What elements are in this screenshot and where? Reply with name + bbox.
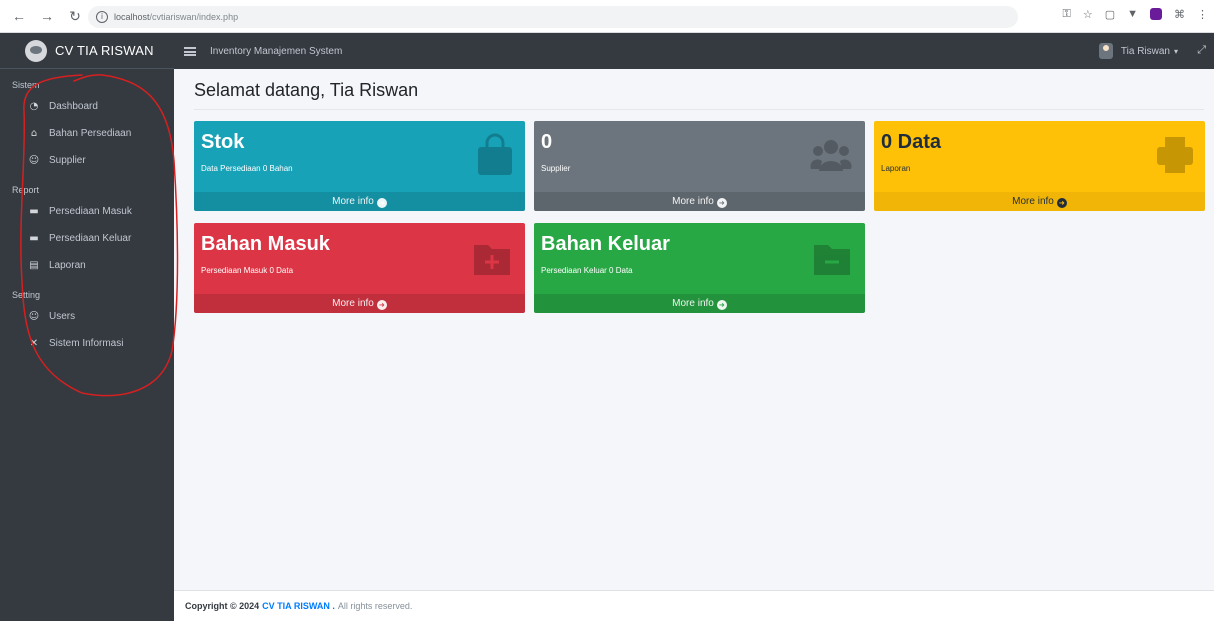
users-cog-icon: ☺	[28, 311, 40, 322]
folder-plus-icon	[474, 245, 510, 275]
users-icon	[810, 140, 852, 171]
browser-toolbar: ← → ↻ i localhost/cvtiariswan/index.php …	[0, 0, 1214, 33]
more-info-label: More info	[1012, 196, 1054, 207]
browser-nav: ← → ↻	[0, 8, 82, 25]
sidebar-item-laporan[interactable]: ▤ Laporan	[0, 252, 174, 279]
arrow-circle-right-icon: ➜	[1056, 198, 1067, 208]
sidebar-item-label: Laporan	[49, 260, 86, 271]
more-info-label: More info	[332, 298, 374, 309]
tachometer-icon: ◔	[29, 101, 39, 112]
box-title: 0	[541, 131, 553, 153]
address-bar[interactable]: i localhost/cvtiariswan/index.php	[88, 6, 1018, 28]
extension-icon[interactable]: ▢	[1105, 8, 1115, 21]
copyright-text: Copyright © 2024	[185, 601, 260, 611]
small-box-bahan-keluar: Bahan Keluar Persediaan Keluar 0 Data Mo…	[534, 223, 865, 313]
box-title: Bahan Masuk	[201, 233, 330, 255]
menu-icon[interactable]: ⋮	[1197, 8, 1208, 21]
shopping-bag-icon	[478, 133, 512, 175]
folder-minus-icon: ▬	[29, 233, 39, 244]
user-name: Tia Riswan	[1120, 45, 1170, 57]
more-info-link[interactable]: More info ➜	[534, 294, 865, 313]
more-info-link[interactable]: More info ➜	[194, 294, 525, 313]
sidebar: CV TIA RISWAN Sistem ◔ Dashboard ⌂ Bahan…	[0, 33, 174, 621]
sidebar-item-persediaan-masuk[interactable]: ▬ Persediaan Masuk	[0, 198, 174, 225]
small-box-bahan-masuk: Bahan Masuk Persediaan Masuk 0 Data More…	[194, 223, 525, 313]
folder-minus-icon	[814, 245, 850, 275]
box-title: Bahan Keluar	[541, 233, 670, 255]
puzzle-icon[interactable]: ⌘	[1174, 8, 1185, 21]
small-box-stok: Stok Data Persediaan 0 Bahan More info ➜	[194, 121, 525, 211]
arrow-circle-right-icon: ➜	[376, 300, 387, 310]
page-title: Selamat datang, Tia Riswan	[194, 80, 419, 100]
top-navbar: Inventory Manajemen System Tia Riswan ▾ …	[174, 33, 1214, 69]
nav-section-sistem: Sistem	[12, 80, 40, 90]
extension-purple-icon[interactable]	[1150, 8, 1162, 20]
box-subtitle: Persediaan Masuk 0 Data	[201, 266, 294, 275]
user-menu[interactable]: Tia Riswan ▾	[1098, 43, 1178, 59]
brand-logo-icon	[25, 39, 47, 62]
sidebar-item-bahan-persediaan[interactable]: ⌂ Bahan Persediaan	[0, 120, 174, 147]
nav-section-report: Report	[12, 185, 40, 195]
sidebar-item-label: Persediaan Keluar	[49, 233, 132, 244]
landmark-icon: ⌂	[30, 128, 38, 139]
box-title: 0 Data	[881, 131, 942, 153]
arrow-circle-right-icon: ➜	[376, 198, 387, 208]
rights-text: All rights reserved.	[337, 601, 413, 611]
users-icon: ☺	[28, 155, 40, 166]
key-icon[interactable]: ⚿	[1062, 8, 1070, 21]
main-content: Selamat datang, Tia Riswan Stok Data Per…	[174, 69, 1214, 589]
back-icon[interactable]: ←	[12, 8, 26, 24]
more-info-link[interactable]: More info ➜	[534, 192, 865, 211]
more-info-label: More info	[672, 298, 714, 309]
reload-icon[interactable]: ↻	[68, 8, 82, 25]
url-path: /cvtiariswan/index.php	[149, 12, 239, 22]
nav-section-setting: Setting	[12, 290, 41, 300]
sidebar-item-label: Persediaan Masuk	[49, 206, 132, 217]
small-box-laporan: 0 Data Laporan More info ➜	[874, 121, 1205, 211]
brand-name: CV TIA RISWAN	[55, 43, 154, 58]
sidebar-item-supplier[interactable]: ☺ Supplier	[0, 147, 174, 174]
hamburger-menu-icon[interactable]	[184, 46, 196, 56]
tools-icon: ✕	[29, 338, 39, 349]
box-subtitle: Supplier	[541, 164, 571, 173]
url-host: localhost	[114, 12, 150, 22]
folder-plus-icon: ▬	[29, 206, 39, 217]
sidebar-item-label: Users	[49, 311, 76, 322]
star-icon[interactable]: ☆	[1083, 8, 1093, 21]
sidebar-item-dashboard[interactable]: ◔ Dashboard	[0, 93, 174, 120]
box-title: Stok	[201, 131, 245, 153]
sidebar-item-users[interactable]: ☺ Users	[0, 303, 174, 330]
fullscreen-icon[interactable]: ⤢	[1197, 43, 1206, 57]
filter-icon[interactable]: ▼	[1127, 8, 1138, 21]
sidebar-item-label: Dashboard	[49, 101, 98, 112]
title-divider	[194, 109, 1204, 110]
arrow-circle-right-icon: ➜	[716, 300, 727, 310]
more-info-label: More info	[672, 196, 714, 207]
site-info-icon[interactable]: i	[96, 11, 108, 23]
print-icon: ▤	[29, 260, 39, 271]
small-box-supplier: 0 Supplier More info ➜	[534, 121, 865, 211]
print-icon	[1157, 137, 1193, 173]
page-footer: Copyright © 2024 CV TIA RISWAN . All rig…	[174, 590, 1214, 621]
more-info-label: More info	[332, 196, 374, 207]
user-avatar	[1098, 43, 1113, 59]
app-title: Inventory Manajemen System	[210, 45, 343, 57]
more-info-link[interactable]: More info ➜	[194, 192, 525, 211]
forward-icon[interactable]: →	[40, 8, 54, 24]
sidebar-item-persediaan-keluar[interactable]: ▬ Persediaan Keluar	[0, 225, 174, 252]
sidebar-item-label: Supplier	[49, 155, 86, 166]
box-subtitle: Data Persediaan 0 Bahan	[201, 164, 293, 173]
chevron-down-icon: ▾	[1173, 46, 1178, 56]
sidebar-item-label: Bahan Persediaan	[49, 128, 132, 139]
browser-extensions: ⚿ ☆ ▢ ▼ ⌘ ⋮	[1062, 8, 1208, 21]
arrow-circle-right-icon: ➜	[716, 198, 727, 208]
footer-brand-link[interactable]: CV TIA RISWAN .	[262, 601, 335, 611]
sidebar-item-label: Sistem Informasi	[49, 338, 124, 349]
box-subtitle: Laporan	[881, 164, 911, 173]
more-info-link[interactable]: More info ➜	[874, 192, 1205, 211]
sidebar-item-sistem-informasi[interactable]: ✕ Sistem Informasi	[0, 330, 174, 357]
box-subtitle: Persediaan Keluar 0 Data	[541, 266, 633, 275]
brand-link[interactable]: CV TIA RISWAN	[0, 33, 174, 69]
